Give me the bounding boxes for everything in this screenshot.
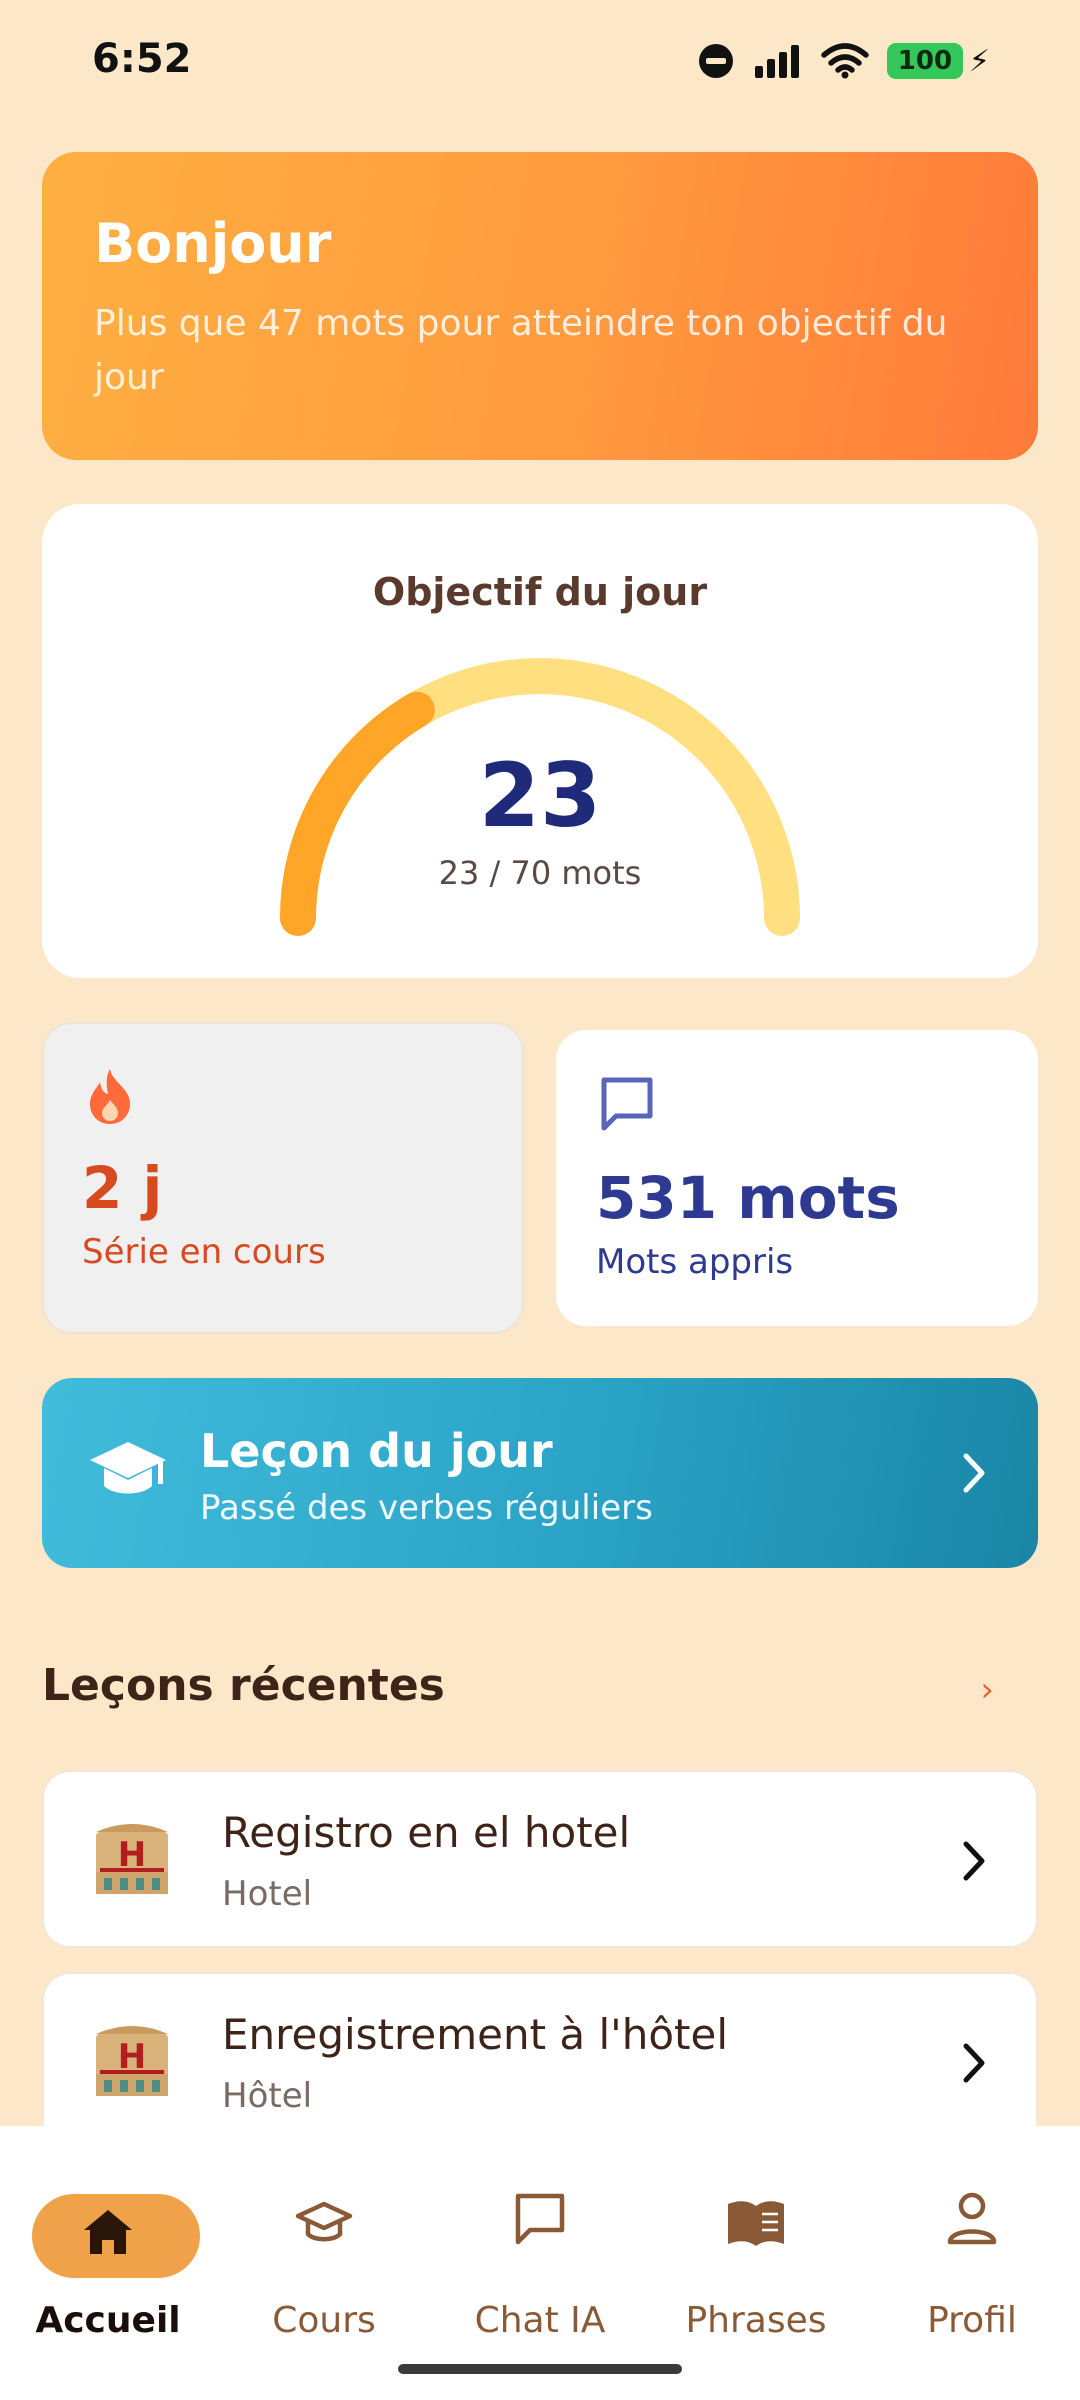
chat-bubble-icon [601, 1077, 653, 1131]
hotel-icon: H [96, 2026, 168, 2096]
lesson-name: Enregistrement à l'hôtel [222, 2010, 728, 2059]
home-icon [84, 2210, 132, 2254]
lesson-item-registro[interactable]: H Registro en el hotel Hotel [42, 1770, 1038, 1948]
status-time: 6:52 [92, 36, 192, 82]
lesson-name: Registro en el hotel [222, 1808, 631, 1857]
words-value: 531 mots [596, 1164, 900, 1232]
chevron-right-icon [963, 1453, 985, 1493]
chevron-right-icon [963, 1841, 985, 1881]
nav-label: Accueil [35, 2300, 181, 2341]
book-icon [728, 2201, 784, 2246]
wifi-icon [821, 43, 869, 79]
home-indicator [398, 2364, 682, 2374]
daily-goal-value: 23 [478, 744, 602, 847]
screen: 6:52 100 ⚡ Bonjour Plus que 47 mots pour… [0, 0, 1080, 2400]
nav-label: Chat IA [474, 2300, 606, 2341]
streak-label: Série en cours [82, 1232, 326, 1272]
streak-value: 2 j [82, 1154, 163, 1222]
flame-icon [90, 1069, 130, 1124]
graduation-cap-icon [90, 1442, 166, 1494]
battery-level: 100 [897, 46, 953, 76]
daily-goal-progress: 23 / 70 mots [438, 854, 642, 892]
recent-lessons-more-button[interactable]: › [980, 1670, 994, 1710]
graduation-cap-icon [295, 2201, 353, 2242]
nav-item-cours[interactable]: Cours [224, 2160, 424, 2341]
chevron-right-icon [963, 2043, 985, 2083]
greeting-card: Bonjour Plus que 47 mots pour atteindre … [42, 152, 1038, 460]
nav-label: Cours [272, 2300, 376, 2341]
nav-item-profil[interactable]: Profil [872, 2160, 1072, 2341]
nav-item-accueil[interactable]: Accueil [8, 2160, 208, 2341]
charging-bolt-icon: ⚡ [968, 43, 990, 79]
words-label: Mots appris [596, 1242, 794, 1282]
lesson-item-enregistrement[interactable]: H Enregistrement à l'hôtel Hôtel [42, 1972, 1038, 2150]
nav-label: Phrases [685, 2300, 827, 2341]
nav-item-chat-ia[interactable]: Chat IA [440, 2160, 640, 2341]
hotel-icon: H [96, 1824, 168, 1894]
lesson-of-day-card[interactable]: Leçon du jour Passé des verbes réguliers [42, 1378, 1038, 1568]
lesson-of-day-subtitle: Passé des verbes réguliers [200, 1488, 653, 1528]
chat-icon [515, 2193, 565, 2245]
status-icons: 100 ⚡ [697, 38, 990, 84]
battery-indicator: 100 [886, 43, 963, 79]
bottom-nav: Accueil Cours Chat IA Phrases Profil [0, 2126, 1080, 2400]
signal-icon [754, 45, 799, 78]
lesson-category: Hotel [222, 1874, 313, 1914]
goal-gauge [280, 658, 800, 936]
lesson-category: Hôtel [222, 2076, 313, 2116]
status-bar: 6:52 100 ⚡ [0, 0, 1080, 130]
nav-item-phrases[interactable]: Phrases [656, 2160, 856, 2341]
greeting-subtitle: Plus que 47 mots pour atteindre ton obje… [94, 303, 948, 398]
dnd-icon [698, 44, 733, 78]
nav-label: Profil [927, 2300, 1017, 2341]
streak-card[interactable]: 2 j Série en cours [42, 1022, 524, 1334]
recent-lessons-title: Leçons récentes [42, 1660, 445, 1711]
words-learned-card[interactable]: 531 mots Mots appris [556, 1030, 1038, 1326]
greeting-title: Bonjour [94, 212, 332, 275]
lesson-of-day-title: Leçon du jour [200, 1424, 553, 1478]
person-icon [947, 2192, 997, 2245]
daily-goal-card[interactable]: Objectif du jour 23 23 / 70 mots [42, 504, 1038, 978]
